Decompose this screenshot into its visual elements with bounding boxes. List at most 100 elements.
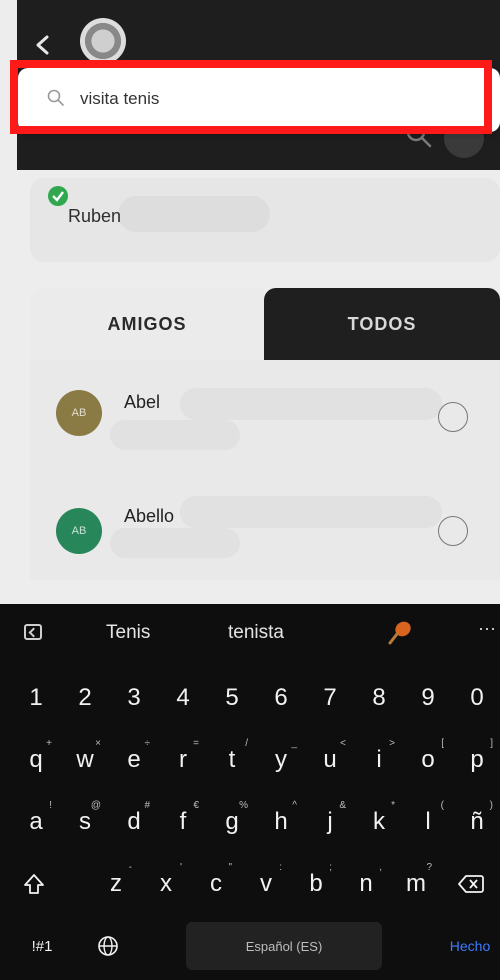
key-alt-label: €	[193, 800, 199, 811]
key-l[interactable]: l(	[406, 794, 450, 850]
key-c[interactable]: c "	[194, 856, 238, 912]
text-placeholder	[110, 528, 240, 558]
key-4[interactable]: 4	[161, 670, 205, 726]
key-2[interactable]: 2	[63, 670, 107, 726]
key-f[interactable]: f €	[161, 794, 205, 850]
key-label: c	[210, 870, 222, 897]
key-n[interactable]: n,	[344, 856, 388, 912]
key-alt-label: -	[128, 862, 132, 873]
key-9[interactable]: 9	[406, 670, 450, 726]
key-m[interactable]: m?	[394, 856, 438, 912]
more-icon[interactable]: ···	[478, 618, 496, 639]
key-3[interactable]: 3	[112, 670, 156, 726]
key-alt-label: ,	[379, 862, 382, 873]
key-alt-label: +	[46, 738, 52, 749]
avatar: AB	[56, 508, 102, 554]
key-8[interactable]: 8	[357, 670, 401, 726]
key-label: f	[179, 808, 187, 835]
key-label: n	[359, 870, 373, 897]
suggestion-item[interactable]: tenista	[228, 622, 284, 644]
text-placeholder	[180, 388, 442, 420]
key-6[interactable]: 6	[259, 670, 303, 726]
tennis-racket-emoji-icon[interactable]	[384, 618, 414, 648]
key-e[interactable]: e ÷	[112, 732, 156, 788]
shift-key[interactable]	[12, 856, 56, 912]
suggestion-item[interactable]: Tenis	[106, 622, 150, 644]
tab-amigos[interactable]: AMIGOS	[30, 288, 264, 360]
bottom-row: !#1 Español (ES) Hecho	[0, 918, 500, 974]
key-label: z	[110, 870, 122, 897]
symbols-key[interactable]: !#1	[14, 918, 70, 974]
key-0[interactable]: 0	[455, 670, 499, 726]
key-u[interactable]: u <	[308, 732, 352, 788]
tab-todos[interactable]: TODOS	[264, 288, 500, 360]
key-alt-label: ×	[95, 738, 101, 749]
globe-icon	[98, 936, 118, 956]
key-t[interactable]: t /	[210, 732, 254, 788]
key-k[interactable]: k *	[357, 794, 401, 850]
key-g[interactable]: g%	[210, 794, 254, 850]
search-input[interactable]	[80, 84, 460, 114]
key-alt-label: @	[90, 800, 101, 811]
friend-name: Abello	[124, 506, 175, 526]
key-x[interactable]: x '	[144, 856, 188, 912]
key-label: j	[327, 808, 333, 835]
key-s[interactable]: s @	[63, 794, 107, 850]
key-alt-label: (	[440, 800, 444, 811]
key-label: h	[274, 808, 288, 835]
key-d[interactable]: d #	[112, 794, 156, 850]
key-alt-label: '	[180, 862, 182, 873]
comma-key[interactable]	[140, 918, 180, 974]
key-label: 2	[78, 684, 92, 711]
key-i[interactable]: i >	[357, 732, 401, 788]
chevron-left-icon[interactable]	[32, 34, 54, 56]
key-label: v	[260, 870, 272, 897]
key-label: 3	[127, 684, 141, 711]
key-y[interactable]: y _	[259, 732, 303, 788]
key-r[interactable]: r =	[161, 732, 205, 788]
key-label: y	[275, 746, 287, 773]
select-radio[interactable]	[438, 402, 468, 432]
key-p[interactable]: p]	[455, 732, 499, 788]
key-alt-label: :	[279, 862, 282, 873]
key-alt-label: %	[239, 800, 248, 811]
key-j[interactable]: j &	[308, 794, 352, 850]
period-key[interactable]	[390, 918, 432, 974]
key-label: m	[406, 870, 426, 897]
key-ñ[interactable]: ñ)	[455, 794, 499, 850]
friend-name: Abel	[124, 392, 161, 412]
key-alt-label: !	[49, 800, 52, 811]
done-key[interactable]: Hecho	[440, 918, 500, 974]
shift-icon	[24, 874, 44, 894]
key-label: 6	[274, 684, 288, 711]
key-v[interactable]: v:	[244, 856, 288, 912]
space-key[interactable]: Español (ES)	[186, 922, 382, 970]
key-z[interactable]: z-	[94, 856, 138, 912]
key-label: e	[127, 746, 141, 773]
key-label: 1	[29, 684, 43, 711]
key-w[interactable]: w ×	[63, 732, 107, 788]
letter-row-1: q + w × e ÷ r = t / y _ u < i > o[p]	[0, 732, 500, 788]
selected-user-name: Ruben	[68, 206, 122, 226]
key-o[interactable]: o[	[406, 732, 450, 788]
key-h[interactable]: h ^	[259, 794, 303, 850]
club-crest-icon	[80, 18, 126, 64]
search-bar[interactable]	[18, 68, 500, 132]
key-alt-label: ?	[426, 862, 432, 873]
key-q[interactable]: q +	[14, 732, 58, 788]
key-1[interactable]: 1	[14, 670, 58, 726]
friend-row[interactable]: AB Abello	[30, 470, 500, 580]
key-label: 0	[470, 684, 484, 711]
keyboard-collapse-icon[interactable]	[24, 624, 42, 640]
key-alt-label: #	[144, 800, 150, 811]
key-7[interactable]: 7	[308, 670, 352, 726]
key-a[interactable]: a!	[14, 794, 58, 850]
key-label: p	[470, 746, 484, 773]
language-key[interactable]	[86, 918, 130, 974]
number-row: 1 2 3 4 5 6 7 8 9 0	[0, 670, 500, 726]
key-5[interactable]: 5	[210, 670, 254, 726]
backspace-key[interactable]	[446, 856, 496, 912]
friend-row[interactable]: AB Abel	[30, 360, 500, 470]
select-radio[interactable]	[438, 516, 468, 546]
key-b[interactable]: b;	[294, 856, 338, 912]
